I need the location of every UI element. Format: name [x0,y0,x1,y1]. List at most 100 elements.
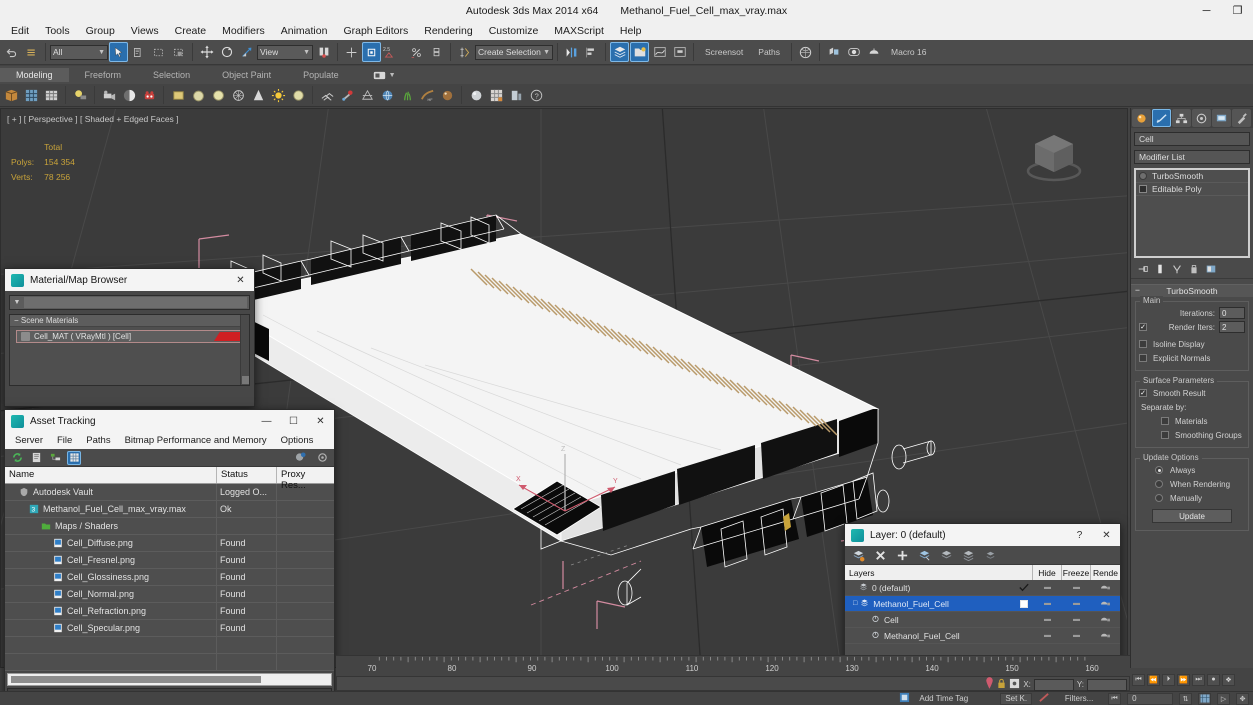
table-row[interactable]: Cell_Fresnel.png Found [5,552,334,569]
expand-icon[interactable]: □ [853,600,857,607]
material-browser-close-button[interactable]: ✕ [227,269,254,291]
add-time-tag-label[interactable]: Add Time Tag [916,694,994,703]
percent-snap-toggle-icon[interactable] [407,42,426,62]
paths-button[interactable]: Paths [751,47,787,57]
expand-icon[interactable] [1139,185,1147,193]
use-pivot-point-center-icon[interactable] [314,42,333,62]
named-selection-sets-dropdown[interactable]: Create Selection S ▼ [475,44,553,60]
layer-dialog-help-button[interactable]: ? [1066,524,1093,546]
layer-column-header-hide[interactable]: Hide [1033,565,1062,580]
layer-column-header-freeze[interactable]: Freeze [1062,565,1091,580]
frame-spinner[interactable]: ⇅ [1179,692,1193,705]
layer-freeze-toggle[interactable]: ▬ [1062,616,1091,623]
configure-modifier-sets-icon[interactable] [1205,263,1217,276]
vault-login-icon[interactable] [293,451,307,465]
tab-modify[interactable] [1152,109,1171,127]
menu-item-views[interactable]: Views [123,23,167,39]
grass-icon[interactable] [398,86,416,105]
view-cube[interactable] [1021,125,1087,185]
viewport-label[interactable]: [ + ] [ Perspective ] [ Shaded + Edged F… [7,114,179,124]
explicit-normals-checkbox[interactable] [1139,354,1147,362]
menu-item-help[interactable]: Help [612,23,650,39]
layer-freeze-toggle[interactable]: ▬ [1062,632,1091,639]
menu-item-tools[interactable]: Tools [37,23,78,39]
show-end-result-icon[interactable] [1154,263,1166,276]
cone-primitive-icon[interactable] [249,86,267,105]
update-manually-row[interactable]: Manually [1139,491,1245,505]
render-production-icon[interactable] [864,42,883,62]
asset-tracking-minimize-button[interactable]: — [253,410,280,432]
table-row[interactable] [5,637,334,654]
schematic-view-icon[interactable] [670,42,689,62]
table-row[interactable]: Cell_Diffuse.png Found [5,535,334,552]
menu-item-maxscript[interactable]: MAXScript [546,23,612,39]
asset-tracking-dialog[interactable]: Asset Tracking — ☐ ✕ Server File Paths B… [4,409,335,705]
menu-item-customize[interactable]: Customize [481,23,547,39]
material-browser-scrollbar[interactable] [240,315,249,385]
material-browser-search-bar[interactable]: ▼ [9,295,250,310]
tab-utilities[interactable] [1232,109,1251,127]
timeline-ruler[interactable]: 70 80 90 100 110 120 130 140 150 160 [336,655,1130,676]
update-when-rendering-row[interactable]: When Rendering [1139,477,1245,491]
ribbon-minimize-control[interactable]: ▼ [373,71,396,80]
box-primitive-icon[interactable] [169,86,187,105]
camera-icon[interactable] [100,86,118,105]
asset-menu-bitmap-performance[interactable]: Bitmap Performance and Memory [119,434,273,447]
layer-hide-toggle[interactable]: ▬ [1033,632,1062,639]
layer-hide-toggle[interactable]: ▬ [1033,616,1062,623]
update-when-rendering-radio[interactable] [1155,480,1163,488]
render-iters-spinner[interactable]: 2 [1219,321,1245,333]
material-map-browser-dialog[interactable]: Material/Map Browser ✕ ▼ − Scene Materia… [4,268,255,407]
snaps-toggle-icon[interactable] [362,42,381,62]
zoom-region-icon[interactable]: ✥ [1236,692,1250,705]
material-browser-search-input[interactable] [24,297,247,308]
scene-explorer-icon[interactable] [630,42,649,62]
layer-column-header-render[interactable]: Rende [1091,565,1120,580]
layer-row[interactable]: Cell ▬ ▬ [845,612,1120,628]
layer-render-toggle[interactable] [1091,600,1120,608]
layer-hide-toggle[interactable]: ▬ [1033,584,1062,591]
menu-item-animation[interactable]: Animation [273,23,336,39]
object-paint-icon[interactable] [438,86,456,105]
asset-menu-paths[interactable]: Paths [80,434,116,447]
time-tag-icon[interactable] [899,692,910,705]
render-iters-checkbox[interactable]: ✓ [1139,323,1147,331]
compound-object-icon[interactable] [358,86,376,105]
globe-icon[interactable] [378,86,396,105]
asset-menu-file[interactable]: File [51,434,78,447]
selection-filter-dropdown[interactable]: All ▼ [50,44,108,60]
asset-menu-options[interactable]: Options [275,434,320,447]
table-row[interactable]: 3 Methanol_Fuel_Cell_max_vray.max Ok [5,501,334,518]
layer-row[interactable]: Methanol_Fuel_Cell ▬ ▬ [845,628,1120,644]
x-coord-field[interactable] [1033,678,1074,691]
material-list-item[interactable]: Cell_MAT ( VRayMtl ) [Cell] [16,330,243,343]
help-icon[interactable]: ? [527,86,545,105]
rectangular-select-region-icon[interactable] [149,42,168,62]
material-editor-icon[interactable] [796,42,815,62]
filters-button[interactable]: Filters... [1056,694,1102,703]
grid-view-icon[interactable] [67,450,81,465]
menu-item-edit[interactable]: Edit [3,23,37,39]
ribbon-tab-modeling[interactable]: Modeling [0,68,69,82]
select-and-scale-icon[interactable] [237,42,256,62]
polygon-modeling-icon[interactable] [2,86,20,105]
layer-properties-icon[interactable] [962,549,975,562]
menu-item-create[interactable]: Create [167,23,215,39]
align-icon[interactable] [582,42,601,62]
scrollbar-thumb[interactable] [242,376,249,384]
select-objects-in-layer-icon[interactable] [918,549,931,562]
array-tool-icon[interactable] [318,86,336,105]
layer-row[interactable]: 0 (default) ▬ ▬ [845,580,1120,596]
smoothing-groups-checkbox[interactable] [1161,431,1169,439]
table-row[interactable]: Maps / Shaders [5,518,334,535]
modifier-stack[interactable]: TurboSmooth Editable Poly [1134,168,1250,258]
update-always-row[interactable]: Always [1139,463,1245,477]
material-browser-list[interactable]: − Scene Materials Cell_MAT ( VRayMtl ) [… [9,314,250,386]
undo-icon[interactable] [2,42,21,62]
current-frame-field[interactable]: 0 [1127,692,1174,705]
asset-tracking-close-button[interactable]: ✕ [307,410,334,432]
material-sphere-icon[interactable] [467,86,485,105]
subobject-grid-icon[interactable] [22,86,40,105]
vault-settings-icon[interactable] [315,451,329,465]
render-setup-icon[interactable] [824,42,843,62]
